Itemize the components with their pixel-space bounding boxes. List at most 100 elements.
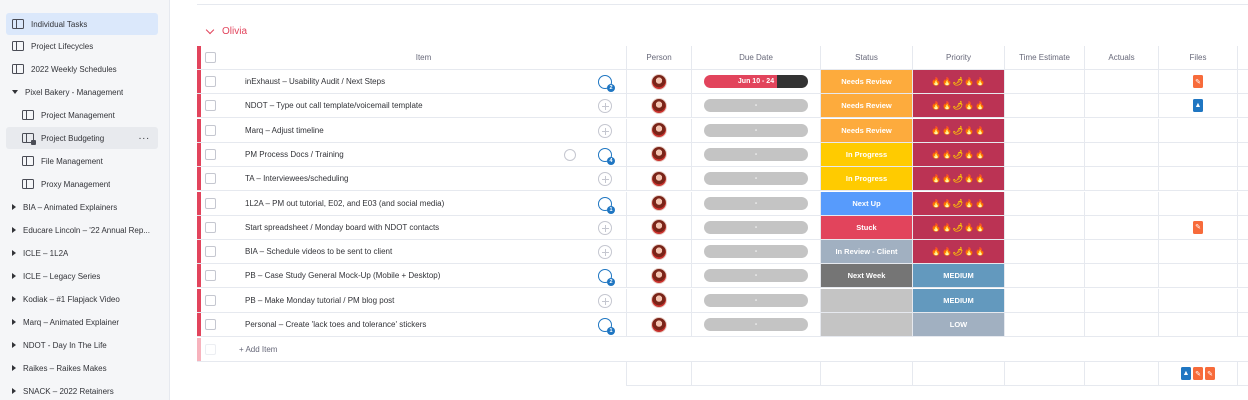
cell-actuals[interactable] — [1084, 142, 1158, 166]
cell-due[interactable]: - — [691, 215, 820, 239]
avatar[interactable] — [651, 146, 667, 163]
due-date-pill[interactable]: - — [704, 318, 808, 331]
cell-estimate[interactable] — [1004, 118, 1084, 142]
column-header-files[interactable]: Files — [1158, 46, 1237, 69]
cell-estimate[interactable] — [1004, 288, 1084, 312]
update-bubble-icon[interactable] — [598, 99, 612, 114]
cell-estimate[interactable] — [1004, 313, 1084, 336]
update-bubble-icon[interactable] — [598, 293, 612, 308]
cell-extra[interactable] — [1237, 167, 1248, 191]
row-checkbox[interactable] — [205, 319, 216, 330]
cell-due[interactable]: - — [691, 288, 820, 312]
sidebar-item[interactable]: Pixel Bakery - Management — [6, 81, 158, 103]
cell-files[interactable] — [1158, 142, 1237, 166]
status-label[interactable]: In Progress — [821, 142, 912, 166]
file-icon[interactable]: ✎ — [1205, 367, 1215, 380]
cell-actuals[interactable] — [1084, 240, 1158, 264]
more-menu-icon[interactable]: ... — [139, 131, 150, 142]
item-name[interactable]: Marq – Adjust timeline — [245, 119, 324, 143]
priority-label[interactable]: 🔥🔥🌶🔥🔥 — [913, 70, 1004, 93]
cell-extra[interactable] — [1237, 118, 1248, 142]
cell-priority[interactable]: 🔥🔥🌶🔥🔥 — [912, 215, 1004, 239]
cell-actuals[interactable] — [1084, 264, 1158, 288]
item-name[interactable]: BIA – Schedule videos to be sent to clie… — [245, 240, 392, 264]
caret-right-icon[interactable] — [12, 204, 16, 210]
status-label[interactable]: Next Up — [821, 191, 912, 215]
cell-status[interactable]: In Progress — [820, 167, 912, 191]
cell-due[interactable]: - — [691, 191, 820, 215]
cell-status[interactable]: Needs Review — [820, 94, 912, 118]
caret-right-icon[interactable] — [12, 319, 16, 325]
table-row[interactable]: PM Process Docs / Training 4 - In Progress 🔥… — [197, 142, 1248, 167]
cell-actuals[interactable] — [1084, 118, 1158, 142]
due-date-pill[interactable]: - — [704, 293, 808, 307]
caret-right-icon[interactable] — [12, 250, 16, 256]
cell-extra[interactable] — [1237, 288, 1248, 312]
cell-person[interactable] — [626, 264, 691, 288]
column-header-actuals[interactable]: Actuals — [1084, 46, 1158, 69]
status-label[interactable]: Needs Review — [821, 70, 912, 93]
column-header-person[interactable]: Person — [626, 46, 691, 69]
status-label[interactable]: Next Week — [821, 264, 912, 288]
table-row[interactable]: NDOT – Type out call template/voicemail … — [197, 94, 1248, 119]
avatar[interactable] — [651, 316, 667, 333]
cell-due[interactable]: - — [691, 167, 820, 191]
group-title[interactable]: Olivia — [222, 26, 247, 37]
cell-status[interactable]: Stuck — [820, 215, 912, 239]
cell-actuals[interactable] — [1084, 94, 1158, 118]
caret-down-icon[interactable] — [12, 90, 18, 94]
cell-files[interactable] — [1158, 167, 1237, 191]
due-date-pill[interactable]: - — [704, 220, 808, 234]
sidebar-item[interactable]: ICLE – Legacy Series — [6, 265, 158, 287]
sidebar-item[interactable]: ICLE – 1L2A — [6, 242, 158, 264]
cell-status[interactable]: In Review - Client — [820, 240, 912, 264]
file-icon[interactable]: ✎ — [1193, 220, 1203, 234]
item-name[interactable]: 1L2A – PM out tutorial, E02, and E03 (an… — [245, 192, 444, 216]
cell-priority[interactable]: 🔥🔥🌶🔥🔥 — [912, 142, 1004, 166]
cell-estimate[interactable] — [1004, 94, 1084, 118]
table-row[interactable]: Marq – Adjust timeline - Needs Review 🔥🔥🌶🔥🔥 — [197, 118, 1248, 143]
due-date-pill[interactable]: - — [704, 99, 808, 113]
sidebar-item[interactable]: Project Lifecycles — [6, 35, 158, 57]
cell-extra[interactable] — [1237, 240, 1248, 264]
cell-due[interactable]: - — [691, 240, 820, 264]
status-label[interactable]: Needs Review — [821, 118, 912, 142]
cell-extra[interactable] — [1237, 94, 1248, 118]
cell-estimate[interactable] — [1004, 215, 1084, 239]
chevron-down-icon[interactable] — [205, 25, 215, 35]
cell-estimate[interactable] — [1004, 191, 1084, 215]
sidebar-item[interactable]: SNACK – 2022 Retainers — [6, 380, 158, 400]
cell-due[interactable]: Jun 10 - 24 — [691, 70, 820, 93]
update-bubble-icon[interactable]: 2 — [598, 75, 615, 92]
avatar[interactable] — [651, 219, 667, 236]
table-row[interactable]: 1L2A – PM out tutorial, E02, and E03 (an… — [197, 191, 1248, 216]
update-bubble-icon[interactable]: 1 — [598, 196, 615, 214]
cell-due[interactable]: - — [691, 94, 820, 118]
cell-person[interactable] — [626, 94, 691, 118]
priority-label[interactable]: 🔥🔥🌶🔥🔥 — [913, 215, 1004, 239]
column-header-add[interactable] — [1237, 46, 1248, 69]
caret-right-icon[interactable] — [12, 342, 16, 348]
cell-priority[interactable]: 🔥🔥🌶🔥🔥 — [912, 240, 1004, 264]
column-header-time-estimate[interactable]: Time Estimate — [1004, 46, 1084, 69]
select-all-checkbox[interactable] — [205, 52, 216, 63]
cell-extra[interactable] — [1237, 313, 1248, 336]
cell-due[interactable]: - — [691, 313, 820, 336]
table-row[interactable]: inExhaust – Usability Audit / Next Steps… — [197, 70, 1248, 94]
group-header[interactable]: Olivia — [205, 25, 247, 37]
cell-status[interactable]: Needs Review — [820, 70, 912, 93]
avatar[interactable] — [651, 243, 667, 260]
status-label[interactable]: In Review - Client — [821, 240, 912, 264]
avatar[interactable] — [651, 73, 667, 90]
update-bubble-icon[interactable]: 4 — [598, 147, 615, 165]
sidebar-item[interactable]: Educare Lincoln – '22 Annual Rep... — [6, 219, 158, 241]
table-row[interactable]: PB – Case Study General Mock-Up (Mobile … — [197, 264, 1248, 289]
update-bubble-icon[interactable] — [598, 245, 612, 260]
row-checkbox[interactable] — [205, 270, 216, 282]
cell-actuals[interactable] — [1084, 191, 1158, 215]
caret-right-icon[interactable] — [12, 227, 16, 233]
cell-priority[interactable]: 🔥🔥🌶🔥🔥 — [912, 94, 1004, 118]
cell-estimate[interactable] — [1004, 70, 1084, 93]
update-bubble-icon[interactable]: 1 — [598, 318, 615, 335]
cell-status[interactable]: Next Up — [820, 191, 912, 215]
